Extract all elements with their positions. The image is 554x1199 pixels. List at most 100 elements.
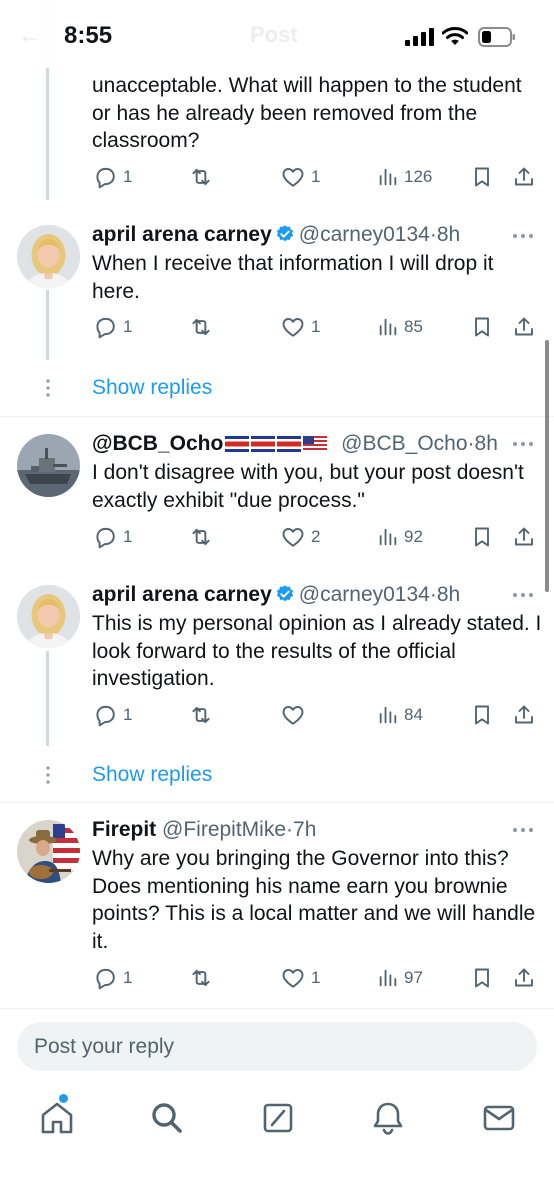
views-button[interactable]: 84 [377,700,423,730]
views-button[interactable]: 85 [377,312,423,342]
handle[interactable]: @BCB_Ocho [341,432,467,455]
bell-icon [373,1102,403,1135]
thread-line [46,290,49,360]
nav-messages[interactable] [479,1098,519,1138]
views-icon [377,166,399,188]
display-name[interactable]: april arena carney [92,583,272,606]
repost-button[interactable] [188,963,219,993]
heart-icon [280,524,306,550]
share-button[interactable] [512,312,536,342]
verified-badge-icon [275,584,295,604]
bookmark-button[interactable] [470,700,494,730]
handle[interactable]: @carney0134 [299,583,430,606]
tweet-text: When I receive that information I will d… [92,252,494,303]
tweet-actions: 1 84 [92,700,542,730]
show-replies-link[interactable]: Show replies [92,763,212,787]
like-button[interactable]: 2 [280,522,320,552]
reply-input[interactable] [17,1022,537,1071]
reply-icon [92,702,118,728]
display-name[interactable]: april arena carney [92,223,272,246]
timestamp[interactable]: 8h [475,432,498,455]
views-button[interactable]: 126 [377,162,432,192]
status-bar: ← Post 8:55 [0,0,554,68]
like-button[interactable] [280,700,311,730]
repost-icon [188,524,214,550]
avatar[interactable] [17,434,80,497]
bookmark-button[interactable] [470,963,494,993]
nav-home[interactable] [37,1098,77,1138]
reply-icon [92,965,118,991]
wifi-icon [442,27,468,45]
reply-button[interactable]: 1 [92,162,132,192]
back-arrow-icon[interactable]: ← [18,22,42,50]
like-button[interactable]: 1 [280,963,320,993]
share-button[interactable] [512,700,536,730]
costa-rica-flag-icon [225,436,250,452]
heart-icon [280,314,306,340]
avatar[interactable] [17,585,80,648]
reply-button[interactable]: 1 [92,312,132,342]
bookmark-button[interactable] [470,522,494,552]
tweet-header: @BCB_Ocho @BCB_Ocho·8h [92,432,498,458]
bookmark-button[interactable] [470,312,494,342]
reply-button[interactable]: 1 [92,700,132,730]
repost-button[interactable] [188,522,219,552]
nav-grok[interactable] [258,1098,298,1138]
share-button[interactable] [512,162,536,192]
bookmark-icon [470,524,494,550]
timestamp[interactable]: 8h [437,583,460,606]
bookmark-icon [470,164,494,190]
bookmark-button[interactable] [470,162,494,192]
heart-icon [280,965,306,991]
nav-search[interactable] [147,1098,187,1138]
nav-notifications[interactable] [368,1098,408,1138]
reply-icon [92,164,118,190]
reply-button[interactable]: 1 [92,963,132,993]
show-replies-link[interactable]: Show replies [92,376,212,400]
repost-icon [188,702,214,728]
divider [0,416,554,417]
repost-icon [188,164,214,190]
bookmark-icon [470,314,494,340]
share-button[interactable] [512,963,536,993]
repost-button[interactable] [188,700,219,730]
more-options-icon[interactable] [512,592,534,598]
timestamp[interactable]: 7h [293,818,316,841]
handle[interactable]: @FirepitMike [162,818,286,841]
scrollbar[interactable] [545,340,549,592]
like-button[interactable]: 1 [280,312,320,342]
tweet-header: Firepit @FirepitMike·7h [92,818,317,841]
timestamp[interactable]: 8h [437,223,460,246]
mail-icon [483,1105,515,1131]
tweet-actions: 1 2 92 [92,522,542,552]
thread-line [46,651,49,746]
verified-badge-icon [275,224,295,244]
handle[interactable]: @carney0134 [299,223,430,246]
share-icon [512,702,536,728]
heart-icon [280,702,306,728]
divider [0,802,554,803]
more-options-icon[interactable] [512,827,534,833]
display-name[interactable]: Firepit [92,818,156,841]
more-replies-dots-icon [46,379,50,397]
tweet-text: Why are you bringing the Governor into t… [92,847,536,953]
reply-icon [92,314,118,340]
avatar[interactable] [17,820,80,883]
repost-button[interactable] [188,162,219,192]
avatar[interactable] [17,225,80,288]
reply-button[interactable]: 1 [92,522,132,552]
more-options-icon[interactable] [512,441,534,447]
ship-avatar-icon [17,434,80,497]
repost-button[interactable] [188,312,219,342]
views-button[interactable]: 92 [377,522,423,552]
more-options-icon[interactable] [512,233,534,239]
like-button[interactable]: 1 [280,162,320,192]
views-button[interactable]: 97 [377,963,423,993]
flag-emojis [225,434,328,458]
bottom-navigation [0,1086,554,1199]
share-button[interactable] [512,522,536,552]
reply-composer [0,1008,554,1086]
search-icon [152,1103,182,1133]
display-name[interactable]: @BCB_Ocho [92,432,223,455]
woman-portrait-avatar-icon [17,225,80,288]
